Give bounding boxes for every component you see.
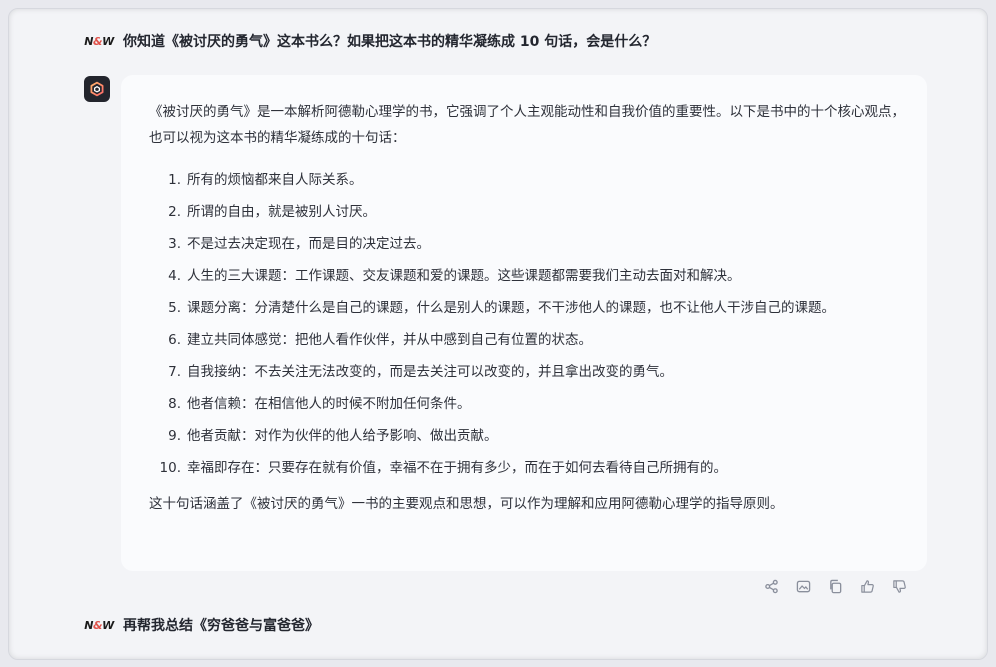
thumbs-down-icon[interactable] [889, 576, 909, 596]
image-icon[interactable] [793, 576, 813, 596]
list-item: 5. 课题分离：分清楚什么是自己的课题，什么是别人的课题，不干涉他人的课题，也不让… [168, 300, 835, 316]
list-item: 9. 他者贡献：对作为伙伴的他人给予影响、做出贡献。 [168, 428, 498, 444]
user-avatar: N & W [84, 618, 114, 632]
list-item: 3. 不是过去决定现在，而是目的决定过去。 [168, 236, 430, 252]
user-avatar: N & W [84, 34, 114, 48]
assistant-answer-bubble: 《被讨厌的勇气》是一本解析阿德勒心理学的书，它强调了个人主观能动性和自我价值的重… [121, 75, 927, 571]
copy-icon[interactable] [825, 576, 845, 596]
chat-window: N & W 你知道《被讨厌的勇气》这本书么？如果把这本书的精华凝练成 10 句话，会… [8, 8, 988, 660]
user-message-1: N & W 你知道《被讨厌的勇气》这本书么？如果把这本书的精华凝练成 10 句话，会… [84, 29, 657, 53]
list-item: 7. 自我接纳：不去关注无法改变的，而是去关注可以改变的，并且拿出改变的勇气。 [168, 364, 673, 380]
thumbs-up-icon[interactable] [857, 576, 877, 596]
answer-actions [761, 576, 909, 596]
answer-points-list: 1. 所有的烦恼都来自人际关系。 2. 所谓的自由，就是被别人讨厌。 3. 不是过去决… [149, 167, 909, 481]
answer-outro: 这十句话涵盖了《被讨厌的勇气》一书的主要观点和思想，可以作为理解和应用阿德勒心理… [149, 496, 784, 512]
list-item: 2. 所谓的自由，就是被别人讨厌。 [168, 204, 376, 220]
list-item: 6. 建立共同体感觉：把他人看作伙伴，并从中感到自己有位置的状态。 [168, 332, 592, 348]
assistant-logo-icon [84, 76, 110, 102]
share-icon[interactable] [761, 576, 781, 596]
list-item: 1. 所有的烦恼都来自人际关系。 [168, 172, 363, 188]
list-item: 4. 人生的三大课题：工作课题、交友课题和爱的课题。这些课题都需要我们主动去面对和… [168, 268, 741, 284]
user-message-2: N & W 再帮我总结《穷爸爸与富爸爸》 [84, 613, 319, 637]
list-item: 10. 幸福即存在：只要存在就有价值，幸福不在于拥有多少，而在于如何去看待自己所拥… [159, 460, 727, 476]
list-item: 8. 他者信赖：在相信他人的时候不附加任何条件。 [168, 396, 471, 412]
answer-intro: 《被讨厌的勇气》是一本解析阿德勒心理学的书，它强调了个人主观能动性和自我价值的重… [149, 104, 905, 146]
user-question-text: 再帮我总结《穷爸爸与富爸爸》 [123, 618, 319, 634]
user-question-text: 你知道《被讨厌的勇气》这本书么？如果把这本书的精华凝练成 10 句话，会是什么？ [123, 34, 657, 50]
